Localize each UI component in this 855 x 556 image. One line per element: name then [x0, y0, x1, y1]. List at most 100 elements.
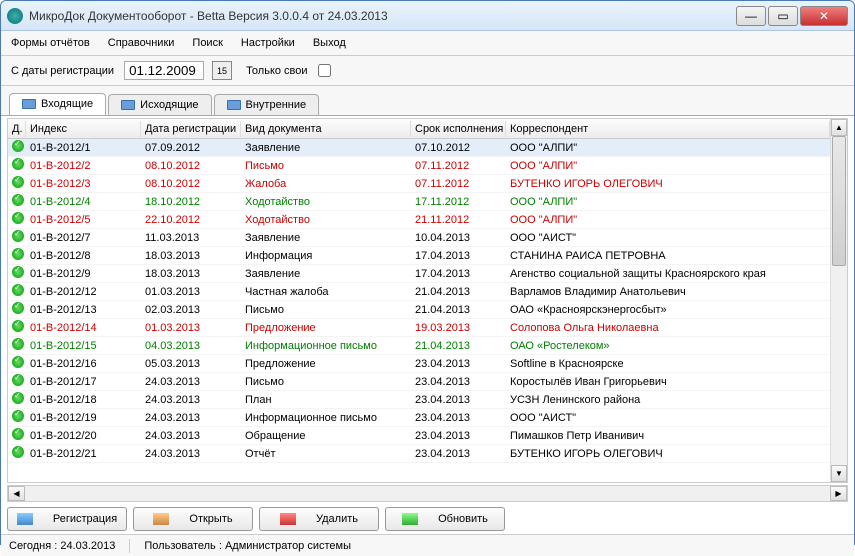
cell-corr: Варламов Владимир Анатольевич — [506, 285, 830, 299]
outbox-icon — [121, 100, 135, 110]
table-row[interactable]: 01-В-2012/107.09.2012Заявление07.10.2012… — [8, 139, 830, 157]
open-button[interactable]: Открыть — [133, 507, 253, 531]
cell-deadline: 07.10.2012 — [411, 141, 506, 155]
cell-corr: СТАНИНА РАИСА ПЕТРОВНА — [506, 249, 830, 263]
table-row[interactable]: 01-В-2012/1605.03.2013Предложение23.04.2… — [8, 355, 830, 373]
scroll-right-icon[interactable]: ▶ — [830, 486, 847, 501]
scroll-up-icon[interactable]: ▲ — [831, 119, 847, 136]
cell-index: 01-В-2012/20 — [26, 429, 141, 443]
horizontal-scrollbar[interactable]: ◀ ▶ — [7, 485, 848, 502]
menu-search[interactable]: Поиск — [192, 37, 222, 49]
cell-corr: Солопова Ольга Николаевна — [506, 321, 830, 335]
status-icon — [12, 338, 24, 350]
status-icon — [12, 140, 24, 152]
cell-doctype: Предложение — [241, 357, 411, 371]
close-button[interactable]: ✕ — [800, 6, 848, 26]
col-index[interactable]: Индекс — [26, 121, 141, 137]
col-corr[interactable]: Корреспондент — [506, 121, 830, 137]
cell-deadline: 21.04.2013 — [411, 303, 506, 317]
tab-internal[interactable]: Внутренние — [214, 94, 320, 115]
cell-deadline: 10.04.2013 — [411, 231, 506, 245]
cell-index: 01-В-2012/8 — [26, 249, 141, 263]
cell-doctype: Письмо — [241, 303, 411, 317]
status-icon — [12, 194, 24, 206]
menu-exit[interactable]: Выход — [313, 37, 346, 49]
register-button[interactable]: Регистрация — [7, 507, 127, 531]
table-row[interactable]: 01-В-2012/2024.03.2013Обращение23.04.201… — [8, 427, 830, 445]
table-row[interactable]: 01-В-2012/1201.03.2013Частная жалоба21.0… — [8, 283, 830, 301]
status-icon — [12, 374, 24, 386]
only-own-checkbox[interactable] — [318, 64, 331, 77]
minimize-button[interactable]: — — [736, 6, 766, 26]
scroll-left-icon[interactable]: ◀ — [8, 486, 25, 501]
cell-regdate: 24.03.2013 — [141, 411, 241, 425]
table-row[interactable]: 01-В-2012/522.10.2012Ходотайство21.11.20… — [8, 211, 830, 229]
cell-regdate: 24.03.2013 — [141, 447, 241, 461]
vertical-scrollbar[interactable]: ▲ ▼ — [830, 119, 847, 482]
table-row[interactable]: 01-В-2012/1302.03.2013Письмо21.04.2013ОА… — [8, 301, 830, 319]
tab-inbox-label: Входящие — [41, 98, 93, 110]
refresh-button[interactable]: Обновить — [385, 507, 505, 531]
cell-corr: ООО "АЛПИ" — [506, 213, 830, 227]
cell-doctype: План — [241, 393, 411, 407]
cell-regdate: 24.03.2013 — [141, 429, 241, 443]
scroll-down-icon[interactable]: ▼ — [831, 465, 847, 482]
cell-doctype: Заявление — [241, 231, 411, 245]
cell-deadline: 19.03.2013 — [411, 321, 506, 335]
tab-inbox[interactable]: Входящие — [9, 93, 106, 115]
status-icon — [12, 212, 24, 224]
cell-regdate: 07.09.2012 — [141, 141, 241, 155]
table-row[interactable]: 01-В-2012/1504.03.2013Информационное пис… — [8, 337, 830, 355]
cell-index: 01-В-2012/14 — [26, 321, 141, 335]
cell-corr: ООО "АЛПИ" — [506, 195, 830, 209]
cell-corr: ООО "АИСТ" — [506, 231, 830, 245]
cell-regdate: 01.03.2013 — [141, 321, 241, 335]
delete-button[interactable]: Удалить — [259, 507, 379, 531]
status-today: Сегодня : 24.03.2013 — [9, 540, 115, 552]
menu-settings[interactable]: Настройки — [241, 37, 295, 49]
register-icon — [17, 513, 33, 525]
table-row[interactable]: 01-В-2012/208.10.2012Письмо07.11.2012ООО… — [8, 157, 830, 175]
cell-regdate: 01.03.2013 — [141, 285, 241, 299]
tab-outbox[interactable]: Исходящие — [108, 94, 211, 115]
table-row[interactable]: 01-В-2012/308.10.2012Жалоба07.11.2012БУТ… — [8, 175, 830, 193]
cell-deadline: 23.04.2013 — [411, 375, 506, 389]
table-row[interactable]: 01-В-2012/418.10.2012Ходотайство17.11.20… — [8, 193, 830, 211]
status-icon — [12, 176, 24, 188]
cell-deadline: 23.04.2013 — [411, 429, 506, 443]
tab-outbox-label: Исходящие — [140, 99, 198, 111]
col-doctype[interactable]: Вид документа — [241, 121, 411, 137]
status-icon — [12, 302, 24, 314]
table-row[interactable]: 01-В-2012/1401.03.2013Предложение19.03.2… — [8, 319, 830, 337]
table-row[interactable]: 01-В-2012/1724.03.2013Письмо23.04.2013Ко… — [8, 373, 830, 391]
cell-regdate: 02.03.2013 — [141, 303, 241, 317]
table-row[interactable]: 01-В-2012/711.03.2013Заявление10.04.2013… — [8, 229, 830, 247]
calendar-icon[interactable]: 15 — [212, 61, 232, 80]
col-status[interactable]: Д. — [8, 121, 26, 137]
menu-refs[interactable]: Справочники — [108, 37, 175, 49]
cell-doctype: Заявление — [241, 141, 411, 155]
date-from-input[interactable] — [124, 61, 204, 80]
cell-index: 01-В-2012/19 — [26, 411, 141, 425]
cell-deadline: 21.04.2013 — [411, 339, 506, 353]
cell-index: 01-В-2012/9 — [26, 267, 141, 281]
table-row[interactable]: 01-В-2012/2124.03.2013Отчёт23.04.2013БУТ… — [8, 445, 830, 463]
cell-regdate: 05.03.2013 — [141, 357, 241, 371]
menu-reports[interactable]: Формы отчётов — [11, 37, 90, 49]
maximize-button[interactable]: ▭ — [768, 6, 798, 26]
cell-index: 01-В-2012/13 — [26, 303, 141, 317]
status-icon — [12, 266, 24, 278]
cell-deadline: 21.11.2012 — [411, 213, 506, 227]
titlebar: МикроДок Документооборот - Betta Версия … — [1, 1, 854, 31]
scroll-thumb[interactable] — [832, 136, 846, 266]
table-row[interactable]: 01-В-2012/818.03.2013Информация17.04.201… — [8, 247, 830, 265]
table-row[interactable]: 01-В-2012/918.03.2013Заявление17.04.2013… — [8, 265, 830, 283]
cell-regdate: 18.03.2013 — [141, 267, 241, 281]
table-row[interactable]: 01-В-2012/1924.03.2013Информационное пис… — [8, 409, 830, 427]
cell-corr: ООО "АЛПИ" — [506, 159, 830, 173]
col-deadline[interactable]: Срок исполнения — [411, 121, 506, 137]
cell-regdate: 04.03.2013 — [141, 339, 241, 353]
cell-doctype: Информационное письмо — [241, 339, 411, 353]
col-regdate[interactable]: Дата регистрации — [141, 121, 241, 137]
table-row[interactable]: 01-В-2012/1824.03.2013План23.04.2013УСЗН… — [8, 391, 830, 409]
